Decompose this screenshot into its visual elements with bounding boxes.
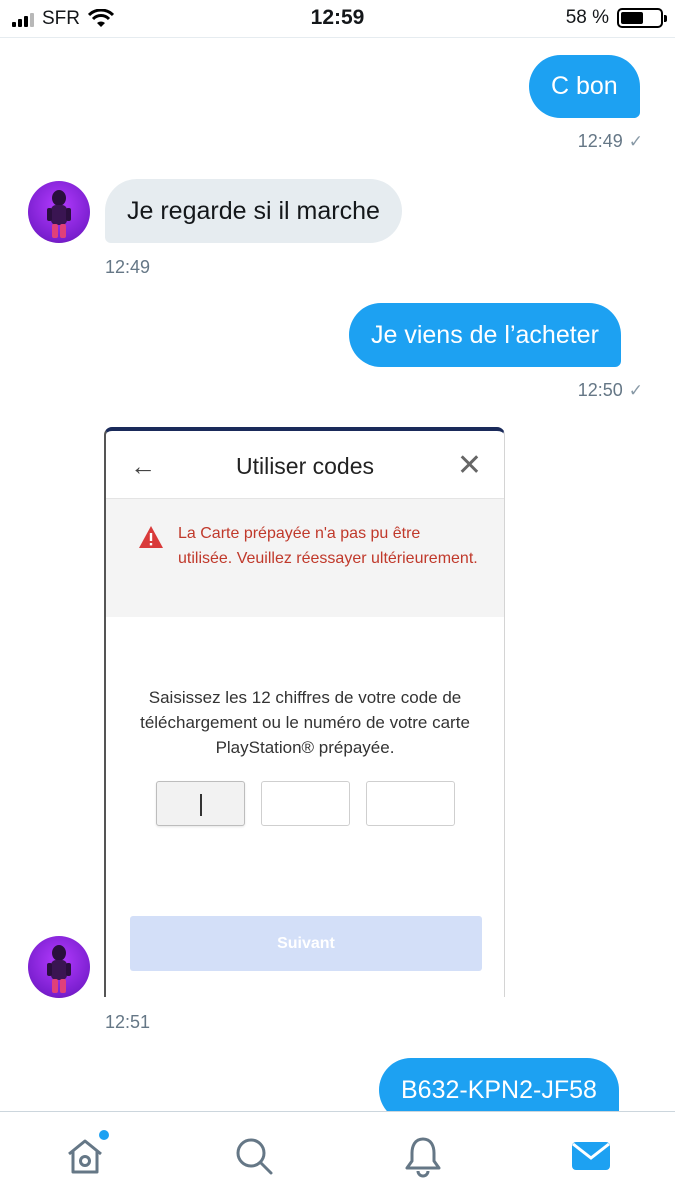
battery-level <box>621 12 644 24</box>
sent-check-icon: ✓ <box>628 381 643 400</box>
text-caret <box>200 794 202 816</box>
sent-check-icon: ✓ <box>628 132 643 151</box>
tab-search[interactable] <box>232 1134 276 1178</box>
status-right: 58 % <box>565 7 667 29</box>
screenshot-title: Utiliser codes <box>235 453 375 479</box>
next-button: Suivant <box>130 916 482 971</box>
message-text: Je regarde si il marche <box>127 196 380 225</box>
message-bubble-outgoing[interactable]: C bon <box>529 55 640 118</box>
notification-dot <box>99 1130 109 1140</box>
code-input-row <box>156 781 455 826</box>
character-avatar-icon <box>47 945 71 993</box>
tab-home[interactable] <box>63 1130 109 1178</box>
notifications-icon <box>405 1137 441 1178</box>
tab-messages[interactable] <box>569 1134 613 1178</box>
message-timestamp: 12:49 ✓ <box>578 131 643 152</box>
message-timestamp: 12:51 <box>105 1012 151 1032</box>
character-avatar-icon <box>47 190 71 238</box>
shared-screenshot-image[interactable]: ← Utiliser codes ✕ La Carte prépayée n'a… <box>104 427 505 997</box>
avatar[interactable] <box>28 936 90 998</box>
messages-icon <box>572 1142 610 1170</box>
message-text: C bon <box>551 72 618 100</box>
message-timestamp: 12:49 <box>105 257 151 277</box>
code-instructions: Saisissez les 12 chiffres de votre code … <box>140 688 470 757</box>
timestamp-text: 12:49 <box>577 131 623 151</box>
warning-icon <box>139 526 163 548</box>
tab-bar <box>0 1111 675 1200</box>
error-banner: La Carte prépayée n'a pas pu être utilis… <box>106 499 504 617</box>
message-bubble-incoming[interactable]: Je regarde si il marche <box>105 179 402 243</box>
message-bubble-outgoing[interactable]: Je viens de l’acheter <box>349 303 621 367</box>
home-icon <box>68 1139 102 1174</box>
battery-percent: 58 % <box>565 7 609 28</box>
error-message: La Carte prépayée n'a pas pu être utilis… <box>178 525 478 567</box>
tab-notifications[interactable] <box>401 1134 445 1178</box>
message-timestamp: 12:50 ✓ <box>578 380 643 401</box>
code-field-3 <box>366 781 455 826</box>
message-text: Je viens de l’acheter <box>371 320 599 349</box>
screenshot-header: ← Utiliser codes ✕ <box>106 431 504 499</box>
avatar[interactable] <box>28 181 90 243</box>
message-text: B632-KPN2-JF58 <box>401 1075 597 1104</box>
search-icon <box>236 1138 273 1175</box>
code-field-2 <box>261 781 350 826</box>
status-bar: SFR 12:59 58 % <box>0 0 675 38</box>
code-field-1 <box>156 781 245 826</box>
close-icon: ✕ <box>456 449 482 482</box>
battery-icon <box>617 8 667 28</box>
timestamp-text: 12:50 <box>577 380 623 400</box>
